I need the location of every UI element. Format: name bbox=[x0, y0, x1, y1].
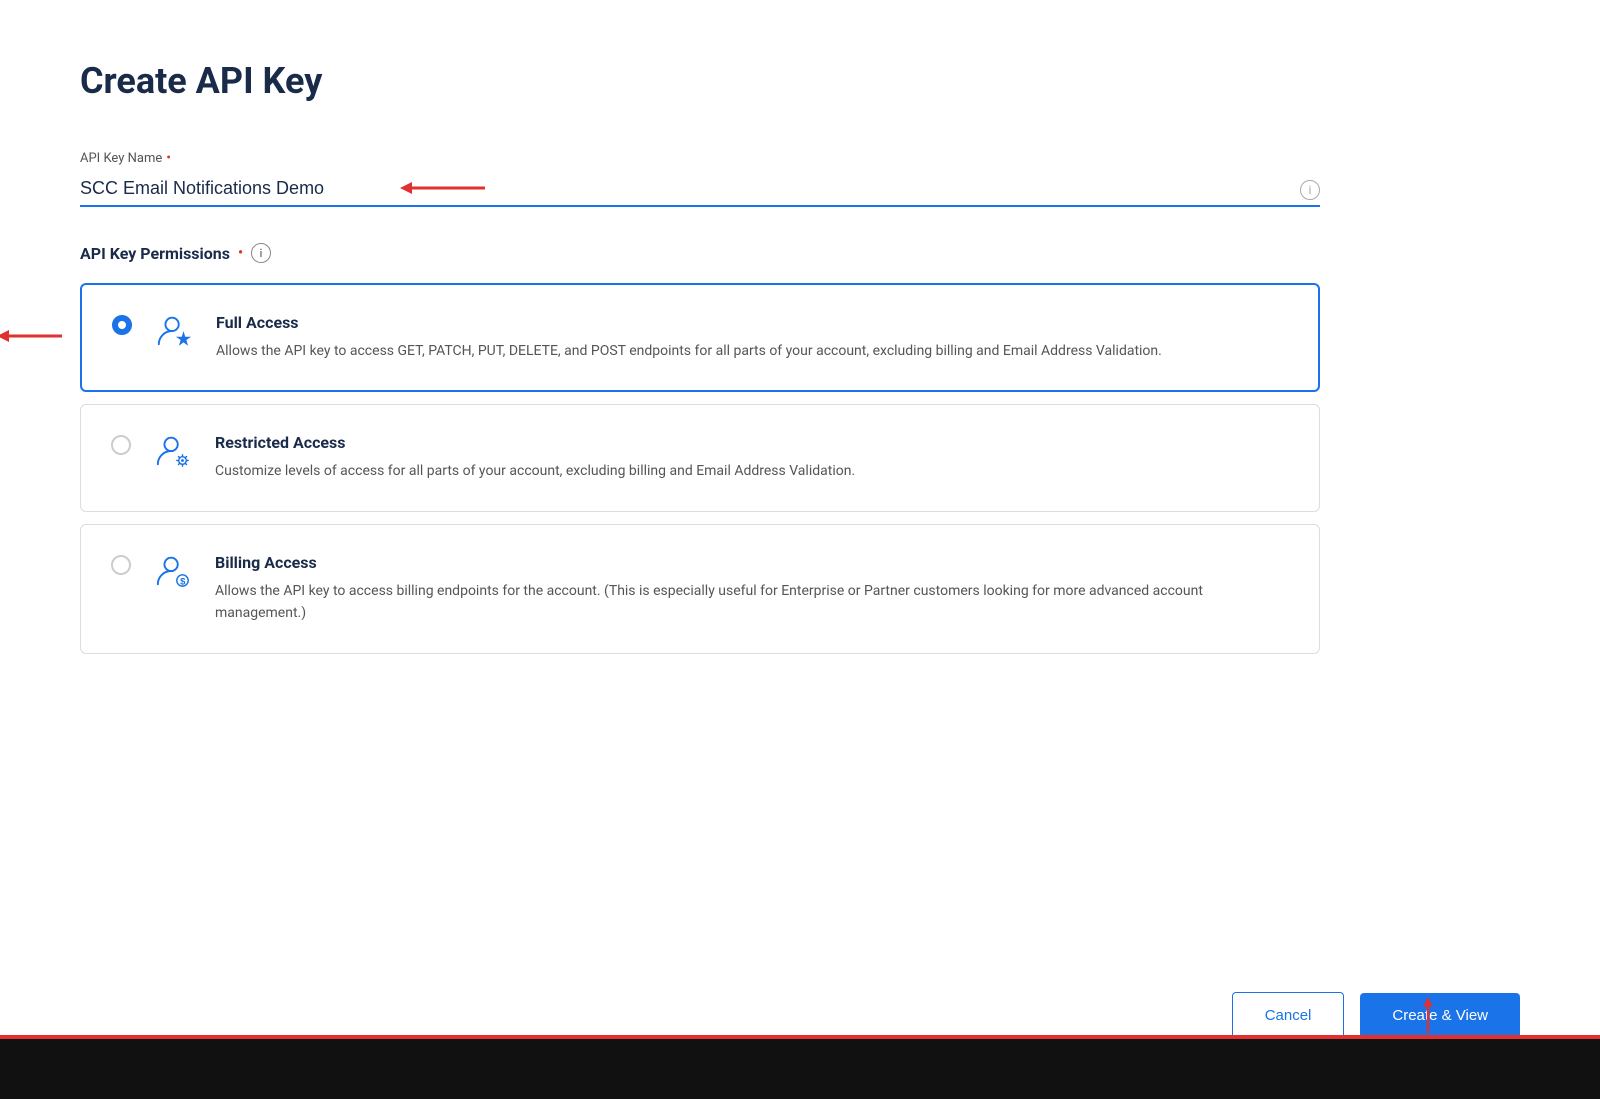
full-access-content: Full Access Allows the API key to access… bbox=[216, 313, 1288, 362]
restricted-access-radio[interactable] bbox=[111, 435, 131, 455]
billing-access-content: Billing Access Allows the API key to acc… bbox=[215, 553, 1289, 625]
api-key-name-info-icon[interactable]: i bbox=[1300, 180, 1320, 200]
restricted-access-desc: Customize levels of access for all parts… bbox=[215, 460, 1289, 482]
billing-access-icon: $ bbox=[151, 549, 195, 593]
permissions-options-list: Full Access Allows the API key to access… bbox=[80, 283, 1320, 666]
billing-access-title: Billing Access bbox=[215, 553, 1289, 572]
permissions-info-icon[interactable]: i bbox=[251, 243, 271, 263]
full-access-desc: Allows the API key to access GET, PATCH,… bbox=[216, 340, 1288, 362]
api-key-name-label: API Key Name • bbox=[80, 150, 1320, 166]
billing-access-desc: Allows the API key to access billing end… bbox=[215, 580, 1289, 625]
restricted-access-content: Restricted Access Customize levels of ac… bbox=[215, 433, 1289, 482]
full-access-option[interactable]: Full Access Allows the API key to access… bbox=[80, 283, 1320, 392]
svg-text:$: $ bbox=[180, 576, 186, 587]
restricted-access-title: Restricted Access bbox=[215, 433, 1289, 452]
required-indicator: • bbox=[166, 150, 171, 166]
create-view-arrow bbox=[1416, 997, 1440, 1037]
api-key-permissions-section: API Key Permissions • i bbox=[80, 243, 1320, 666]
permissions-required-indicator: • bbox=[238, 245, 243, 261]
action-buttons: Cancel Create & View bbox=[1232, 992, 1520, 1039]
full-access-arrow bbox=[0, 324, 67, 352]
restricted-access-icon bbox=[151, 429, 195, 473]
billing-access-radio[interactable] bbox=[111, 555, 131, 575]
full-access-title: Full Access bbox=[216, 313, 1288, 332]
billing-access-option[interactable]: $ Billing Access Allows the API key to a… bbox=[80, 524, 1320, 654]
cancel-button[interactable]: Cancel bbox=[1232, 992, 1345, 1039]
api-key-name-input[interactable] bbox=[80, 172, 1320, 207]
restricted-access-option[interactable]: Restricted Access Customize levels of ac… bbox=[80, 404, 1320, 511]
permissions-label: API Key Permissions • i bbox=[80, 243, 1320, 263]
create-view-button[interactable]: Create & View bbox=[1360, 993, 1520, 1038]
full-access-icon bbox=[152, 309, 196, 353]
full-access-radio[interactable] bbox=[112, 315, 132, 335]
page-title: Create API Key bbox=[80, 60, 1320, 102]
bottom-black-bar bbox=[0, 1039, 1600, 1099]
api-key-name-section: API Key Name • i bbox=[80, 150, 1320, 207]
